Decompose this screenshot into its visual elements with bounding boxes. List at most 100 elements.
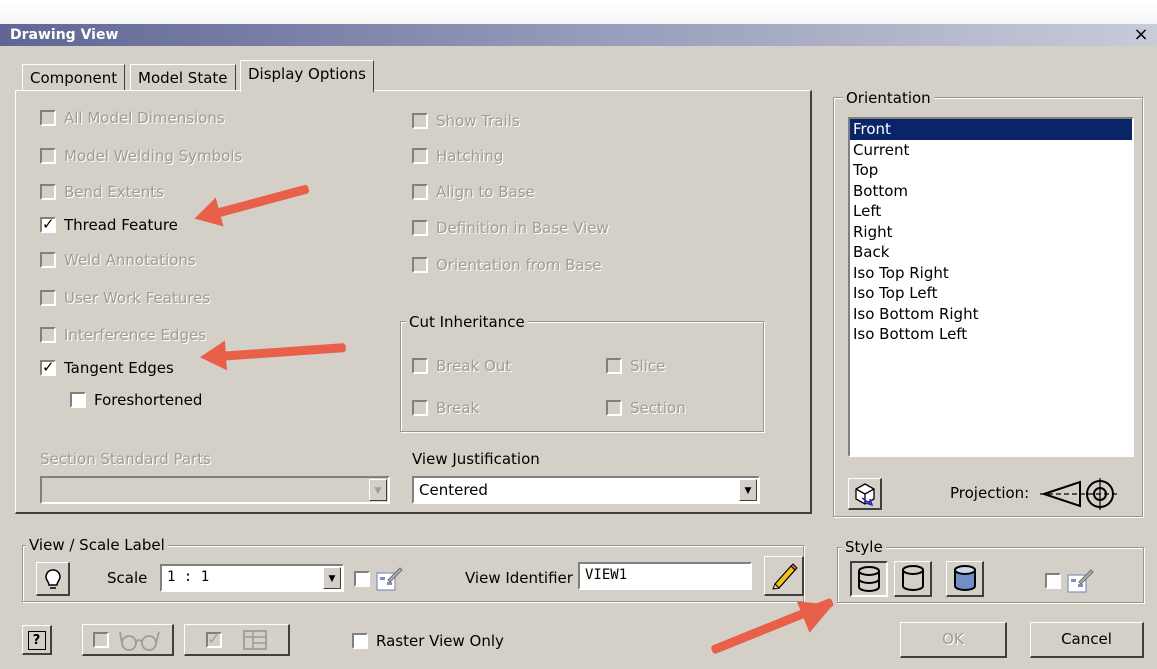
checkbox-label: Show Trails	[436, 112, 520, 130]
help-button[interactable]: ?	[22, 625, 52, 655]
align-to-base-checkbox[interactable]: Align to Base	[412, 181, 535, 203]
checkbox-label: Foreshortened	[94, 391, 203, 409]
checkbox-box[interactable]	[92, 631, 109, 648]
checkbox-box[interactable]	[412, 220, 428, 236]
checkbox-box[interactable]	[412, 358, 428, 374]
section-standard-parts-label: Section Standard Parts	[40, 450, 211, 468]
checkbox-box[interactable]	[412, 257, 428, 273]
edit-view-label-button[interactable]	[764, 556, 804, 596]
checkbox-box[interactable]	[412, 400, 428, 416]
checkmark-icon: ✓	[207, 629, 221, 648]
chevron-down-icon[interactable]: ▼	[739, 479, 757, 501]
thread-feature-checkbox[interactable]: ✓ Thread Feature	[40, 214, 178, 236]
section-standard-parts-dropdown[interactable]: ▼	[40, 476, 390, 504]
checkbox-box[interactable]	[354, 571, 370, 587]
show-trails-checkbox[interactable]: Show Trails	[412, 110, 520, 132]
list-item[interactable]: Bottom	[850, 181, 1132, 202]
view-identifier-label: View Identifier	[465, 569, 573, 587]
checkbox-box[interactable]	[412, 148, 428, 164]
style-from-base-checkbox[interactable]	[1045, 569, 1095, 593]
checkbox-box[interactable]	[40, 148, 56, 164]
checkbox-box[interactable]	[352, 633, 368, 649]
projection-symbol[interactable]	[1040, 474, 1122, 518]
cancel-button[interactable]: Cancel	[1030, 622, 1144, 658]
close-button[interactable]: ×	[1130, 24, 1152, 46]
list-item[interactable]: Current	[850, 140, 1132, 161]
weld-annotations-checkbox[interactable]: Weld Annotations	[40, 249, 196, 271]
section-checkbox[interactable]: Section	[606, 397, 686, 419]
list-item[interactable]: Iso Bottom Left	[850, 324, 1132, 345]
raster-view-only-checkbox[interactable]: Raster View Only	[352, 630, 504, 652]
tab-model-state[interactable]: Model State	[130, 64, 236, 91]
cylinder-line-icon	[901, 565, 924, 591]
view-identifier-input[interactable]: VIEW1	[578, 562, 752, 590]
checkbox-label: Align to Base	[436, 183, 535, 201]
checkbox-box[interactable]	[1045, 573, 1061, 589]
break-out-checkbox[interactable]: Break Out	[412, 355, 511, 377]
checkbox-box[interactable]: ✓	[205, 629, 222, 648]
model-welding-symbols-checkbox[interactable]: Model Welding Symbols	[40, 145, 242, 167]
checkbox-box[interactable]	[40, 110, 56, 126]
slice-checkbox[interactable]: Slice	[606, 355, 665, 377]
checkbox-box[interactable]	[40, 290, 56, 306]
ok-button[interactable]: OK	[900, 622, 1007, 658]
list-item[interactable]: Top	[850, 160, 1132, 181]
dropdown-value: 1 : 1	[167, 569, 210, 585]
hidden-line-removed-style-button[interactable]	[894, 561, 932, 597]
break-checkbox[interactable]: Break	[412, 397, 479, 419]
checkbox-box[interactable]: ✓	[40, 215, 56, 233]
definition-in-base-view-checkbox[interactable]: Definition in Base View	[412, 217, 609, 239]
list-item[interactable]: Left	[850, 201, 1132, 222]
checkbox-box[interactable]	[606, 358, 622, 374]
title-bar	[0, 24, 1157, 46]
checkbox-label: All Model Dimensions	[64, 109, 225, 127]
list-item[interactable]: Iso Top Left	[850, 283, 1132, 304]
checkbox-box[interactable]	[40, 252, 56, 268]
checkbox-label: Orientation from Base	[436, 256, 602, 274]
tangent-edges-checkbox[interactable]: ✓ Tangent Edges	[40, 357, 174, 379]
list-item[interactable]: Iso Bottom Right	[850, 304, 1132, 325]
checkbox-box[interactable]	[412, 184, 428, 200]
scale-visibility-checkbox[interactable]	[354, 567, 404, 591]
checkbox-box[interactable]	[70, 392, 86, 408]
chevron-down-icon[interactable]: ▼	[369, 479, 387, 501]
custom-view-button[interactable]	[848, 478, 882, 510]
hidden-line-style-button[interactable]	[850, 561, 888, 597]
list-item[interactable]: Iso Top Right	[850, 263, 1132, 284]
hatching-checkbox[interactable]: Hatching	[412, 145, 503, 167]
foreshortened-checkbox[interactable]: Foreshortened	[70, 389, 202, 411]
checkbox-box[interactable]	[40, 327, 56, 343]
all-model-dimensions-checkbox[interactable]: All Model Dimensions	[40, 107, 225, 129]
dropdown-value: Centered	[419, 481, 488, 499]
scale-dropdown[interactable]: 1 : 1 ▼	[160, 564, 344, 592]
orientation-title: Orientation	[843, 89, 934, 107]
checkbox-box[interactable]: ✓	[40, 358, 56, 376]
pencil-icon	[771, 563, 798, 590]
list-item[interactable]: Back	[850, 242, 1132, 263]
orientation-list[interactable]: Front Current Top Bottom Left Right Back…	[848, 117, 1134, 457]
reference-data-toggle[interactable]	[82, 624, 174, 656]
tab-display-options[interactable]: Display Options	[240, 60, 374, 92]
checkbox-box[interactable]	[606, 400, 622, 416]
checkbox-box[interactable]	[412, 113, 428, 129]
view-justification-label: View Justification	[412, 450, 540, 468]
view-justification-dropdown[interactable]: Centered ▼	[412, 476, 760, 504]
projection-label: Projection:	[950, 484, 1030, 502]
checkbox-box[interactable]	[40, 184, 56, 200]
checkbox-label: Model Welding Symbols	[64, 147, 243, 165]
bom-link-toggle[interactable]: ✓	[184, 624, 290, 656]
tab-component[interactable]: Component	[22, 64, 126, 91]
list-item[interactable]: Right	[850, 222, 1132, 243]
list-item[interactable]: Front	[850, 119, 1132, 140]
checkbox-label: Hatching	[436, 147, 504, 165]
orientation-from-base-checkbox[interactable]: Orientation from Base	[412, 254, 602, 276]
shaded-style-button[interactable]	[946, 561, 984, 597]
label-visibility-button[interactable]	[36, 562, 70, 596]
chevron-down-icon[interactable]: ▼	[323, 567, 341, 589]
style-title: Style	[842, 538, 886, 556]
interference-edges-checkbox[interactable]: Interference Edges	[40, 324, 206, 346]
help-icon: ?	[27, 631, 46, 650]
checkbox-label: Break Out	[436, 357, 512, 375]
user-work-features-checkbox[interactable]: User Work Features	[40, 287, 210, 309]
bend-extents-checkbox[interactable]: Bend Extents	[40, 181, 164, 203]
